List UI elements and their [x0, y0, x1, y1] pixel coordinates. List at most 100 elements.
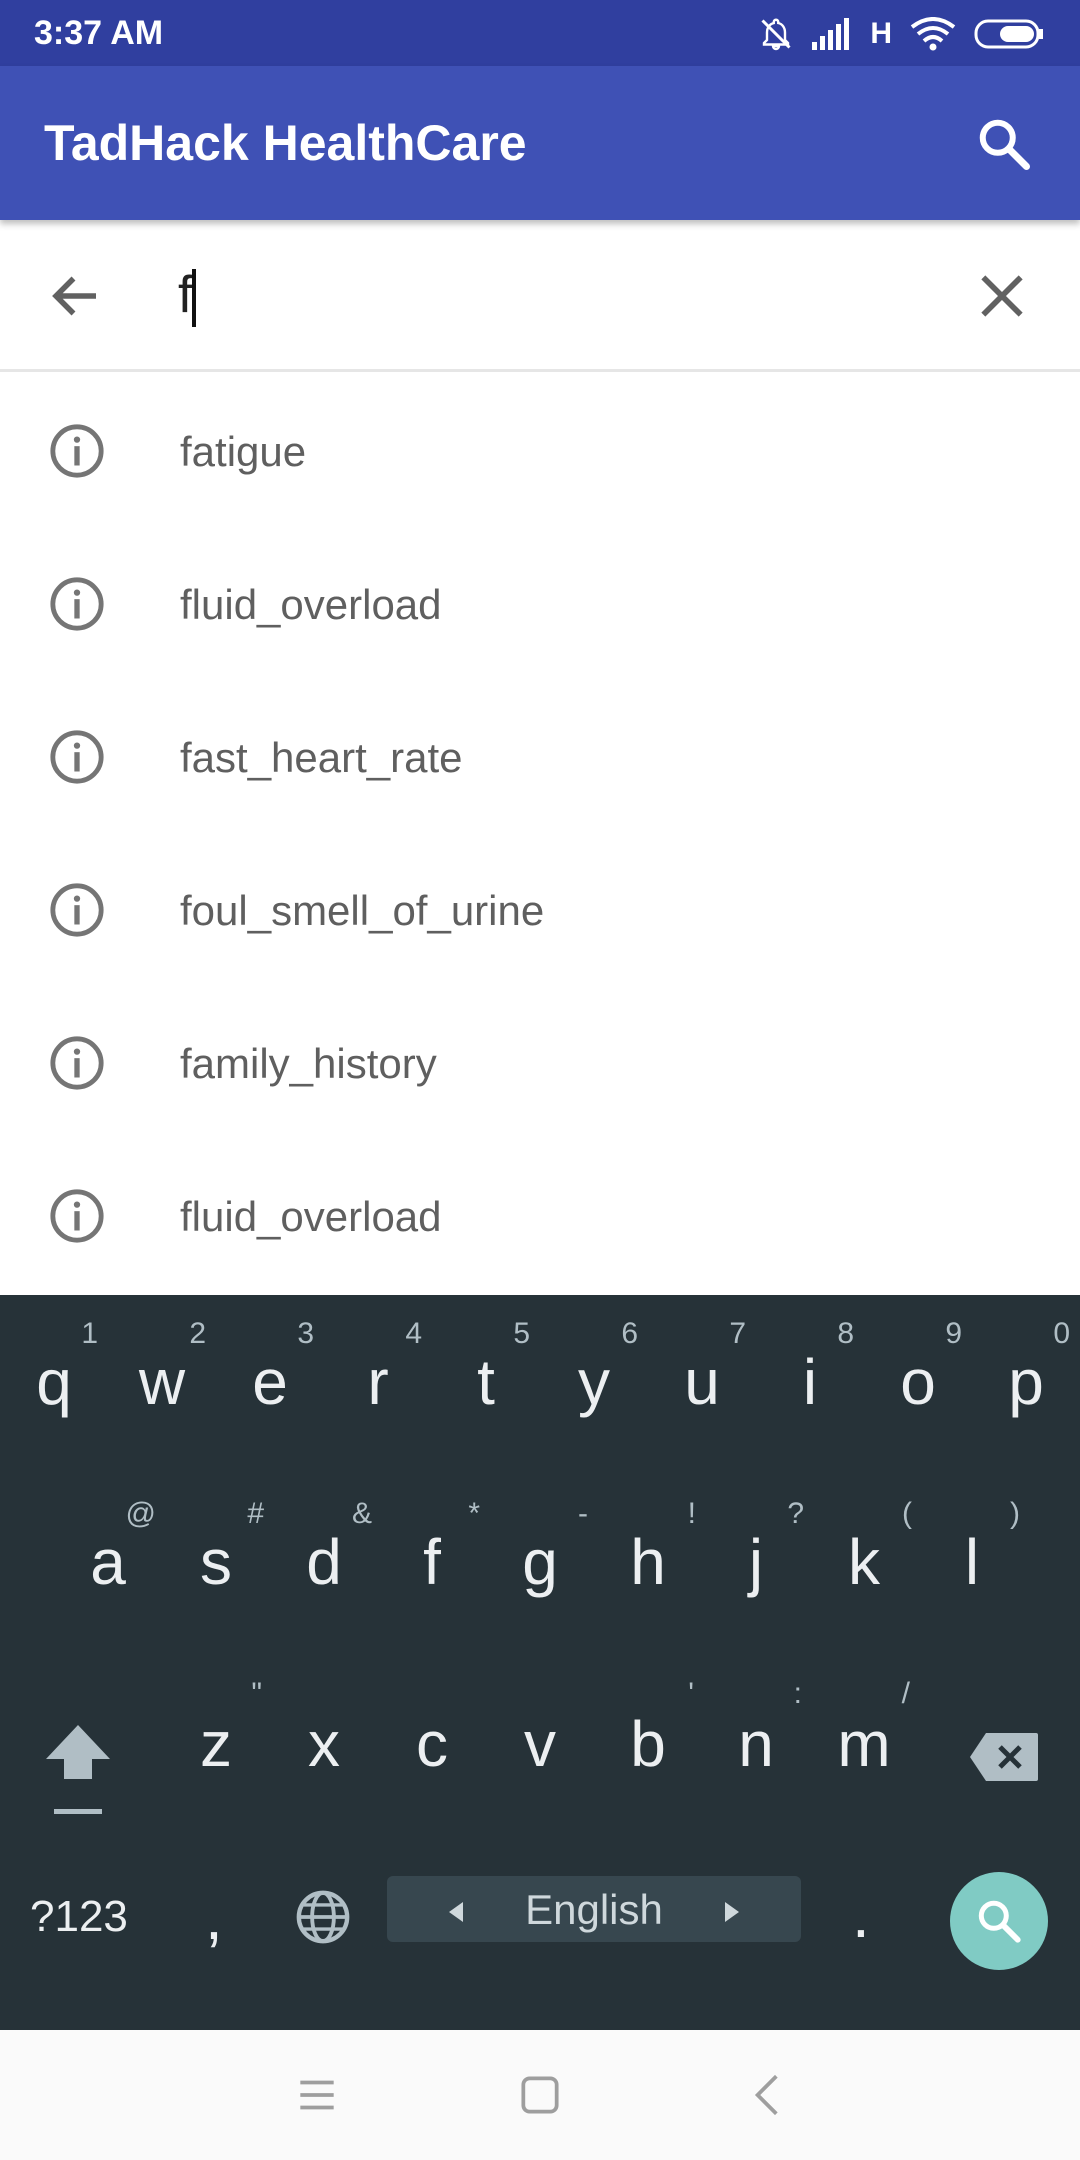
key-p[interactable]: 0p — [972, 1295, 1080, 1475]
info-icon — [50, 1036, 104, 1090]
suggestion-label: family_history — [180, 1040, 437, 1087]
suggestion-item[interactable]: fluid_overload — [0, 1140, 1080, 1293]
key-label: k — [848, 1526, 880, 1598]
key-s[interactable]: # s — [162, 1475, 270, 1655]
status-icons: H — [758, 14, 1044, 54]
key-label: u — [684, 1346, 720, 1418]
search-icon[interactable] — [974, 114, 1034, 174]
key-label: j — [748, 1526, 764, 1598]
keyboard-search-button[interactable] — [950, 1872, 1048, 1970]
key-hint: " — [251, 1677, 262, 1710]
key-label: x — [308, 1708, 340, 1780]
key-label: f — [423, 1526, 441, 1598]
close-icon[interactable] — [974, 268, 1030, 324]
key-i[interactable]: 8i — [756, 1295, 864, 1475]
globe-icon[interactable] — [294, 1888, 352, 1946]
info-icon — [50, 577, 104, 631]
menu-icon[interactable] — [292, 2070, 342, 2120]
key-f[interactable]: * f — [378, 1475, 486, 1655]
key-w[interactable]: 2w — [108, 1295, 216, 1475]
suggestion-label: fluid_overload — [180, 581, 442, 628]
key-u[interactable]: 7u — [648, 1295, 756, 1475]
suggestion-item[interactable]: foul_smell_of_urine — [0, 834, 1080, 987]
keyboard-row-1: 1q 2w 3e 4r 5t 6y 7u 8i 9o 0p — [0, 1295, 1080, 1475]
suggestion-item[interactable]: fast_heart_rate — [0, 681, 1080, 834]
key-c[interactable]: c — [378, 1657, 486, 1837]
key-g[interactable]: -g — [486, 1475, 594, 1655]
home-icon[interactable] — [515, 2070, 565, 2120]
key-label: h — [630, 1526, 666, 1598]
info-icon — [50, 730, 104, 784]
key-label: o — [900, 1346, 936, 1418]
status-time: 3:37 AM — [34, 14, 164, 52]
key-hint: / — [901, 1677, 910, 1710]
key-l[interactable]: ) l — [918, 1475, 1026, 1655]
keyboard-row-3: " z x c v ' b :n / m — [0, 1657, 1080, 1837]
network-type: H — [870, 17, 892, 50]
suggestion-item[interactable]: fluid_overload — [0, 528, 1080, 681]
key-label: b — [630, 1708, 666, 1780]
suggestion-label: foul_smell_of_urine — [180, 887, 545, 934]
key-y[interactable]: 6y — [540, 1295, 648, 1475]
key-q[interactable]: 1q — [0, 1295, 108, 1475]
suggestion-list: fatigue fluid_overload fast_heart_rate f… — [0, 375, 1080, 1293]
key-z[interactable]: " z — [162, 1657, 270, 1837]
key-r[interactable]: 4r — [324, 1295, 432, 1475]
suggestion-label: fast_heart_rate — [180, 734, 463, 781]
key-label: i — [802, 1346, 818, 1418]
suggestion-label: fluid_overload — [180, 1193, 442, 1240]
key-b[interactable]: ' b — [594, 1657, 702, 1837]
space-bar[interactable]: English — [387, 1876, 801, 1942]
key-label: s — [200, 1526, 232, 1598]
search-icon — [978, 1900, 1021, 1943]
signal-icon — [812, 18, 850, 50]
key-o[interactable]: 9o — [864, 1295, 972, 1475]
key-label: e — [252, 1346, 288, 1418]
key-label: n — [738, 1708, 774, 1780]
key-label: p — [1008, 1346, 1044, 1418]
suggestion-item[interactable]: fatigue — [0, 375, 1080, 528]
key-label: a — [90, 1526, 126, 1598]
key-j[interactable]: ? j — [702, 1475, 810, 1655]
keyboard-row-4: ?123 , English . — [0, 1840, 1080, 2020]
key-label: d — [306, 1526, 342, 1598]
key-d[interactable]: & d — [270, 1475, 378, 1655]
key-v[interactable]: v — [486, 1657, 594, 1837]
keyboard-row-2: @ a # s & d * f -g ! h ? j (k ) l — [0, 1475, 1080, 1655]
back-arrow-icon[interactable] — [46, 266, 106, 326]
status-bar: 3:37 AM H — [0, 0, 1080, 66]
info-icon — [50, 424, 104, 478]
key-label: z — [200, 1708, 232, 1780]
info-icon — [50, 1189, 104, 1243]
key-label: c — [416, 1708, 448, 1780]
soft-keyboard: 1q 2w 3e 4r 5t 6y 7u 8i 9o 0p @ a # s & d *… — [0, 1295, 1080, 2030]
system-nav-bar — [0, 2030, 1080, 2160]
suggestion-label: fatigue — [180, 428, 307, 475]
key-h[interactable]: ! h — [594, 1475, 702, 1655]
key-a[interactable]: @ a — [54, 1475, 162, 1655]
back-icon[interactable] — [743, 2070, 793, 2120]
backspace-icon[interactable] — [968, 1731, 1040, 1783]
search-bar: f — [0, 220, 1080, 372]
key-n[interactable]: :n — [702, 1657, 810, 1837]
search-input[interactable]: f — [178, 260, 197, 330]
key-label: t — [477, 1346, 495, 1418]
mute-icon — [761, 18, 791, 51]
shift-icon[interactable] — [38, 1717, 118, 1827]
key-label: w — [138, 1346, 186, 1418]
key-e[interactable]: 3e — [216, 1295, 324, 1475]
key-label: r — [367, 1346, 389, 1418]
app-title: TadHack HealthCare — [44, 115, 527, 171]
symbols-key[interactable]: ?123 — [30, 1892, 128, 1942]
key-k[interactable]: (k — [810, 1475, 918, 1655]
key-x[interactable]: x — [270, 1657, 378, 1837]
info-icon — [50, 883, 104, 937]
key-label: v — [524, 1708, 556, 1780]
suggestion-item[interactable]: family_history — [0, 987, 1080, 1140]
key-t[interactable]: 5t — [432, 1295, 540, 1475]
wifi-icon — [910, 17, 956, 51]
comma-key[interactable]: , — [205, 1880, 223, 1954]
key-m[interactable]: / m — [810, 1657, 918, 1837]
battery-icon — [974, 19, 1043, 49]
period-key[interactable]: . — [852, 1878, 870, 1952]
